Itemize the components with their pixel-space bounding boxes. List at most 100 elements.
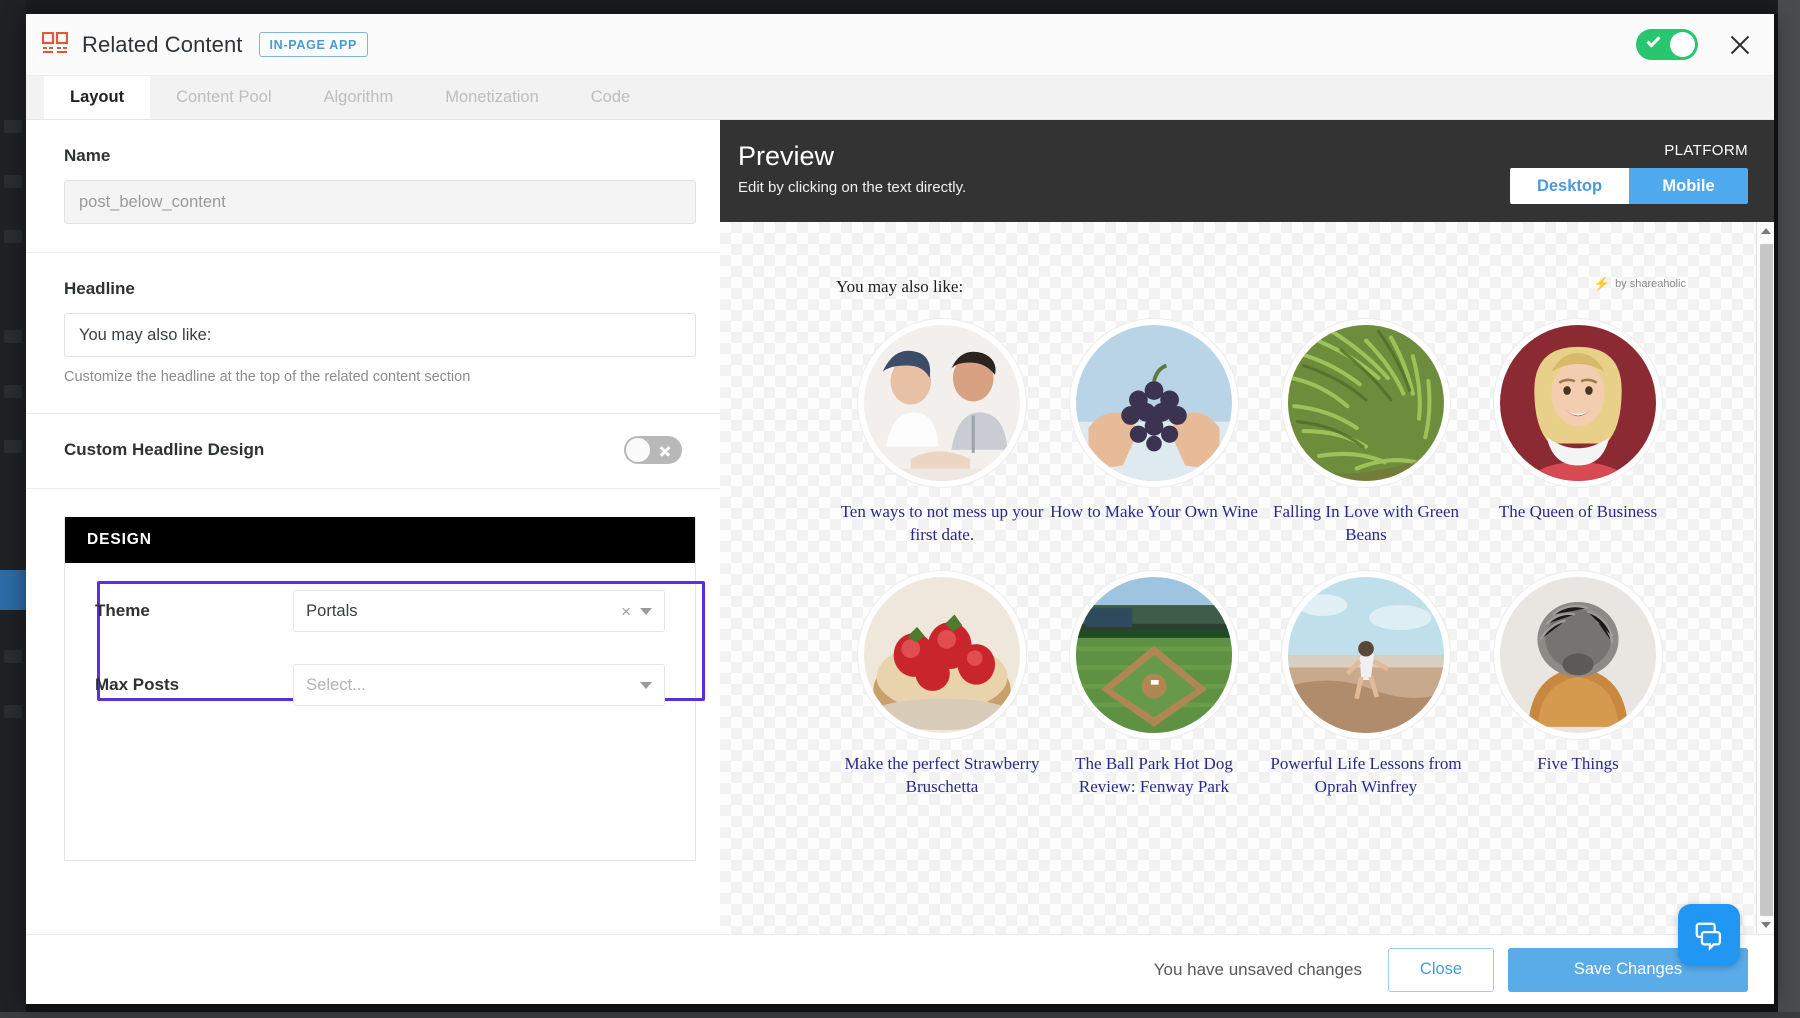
scrollbar-thumb[interactable] xyxy=(1760,244,1773,916)
app-settings-modal: Related Content IN-PAGE APP Layout Conte… xyxy=(26,14,1774,1004)
theme-row: Theme Portals × xyxy=(65,581,695,641)
toggle-knob xyxy=(626,438,650,462)
avatar xyxy=(858,571,1026,739)
preview-heading-group: Preview Edit by clicking on the text dir… xyxy=(738,142,966,196)
list-item[interactable]: Powerful Life Lessons from Oprah Winfrey xyxy=(1260,571,1472,799)
name-input[interactable] xyxy=(64,180,696,224)
platform-label: PLATFORM xyxy=(1510,142,1748,159)
close-icon[interactable] xyxy=(1726,31,1754,59)
avatar xyxy=(1494,319,1662,487)
list-item-title[interactable]: Powerful Life Lessons from Oprah Winfrey xyxy=(1260,753,1472,799)
tab-algorithm[interactable]: Algorithm xyxy=(298,76,420,119)
related-content-widget: You may also like: ⚡ by shareaholic xyxy=(836,277,1686,823)
widget-headline[interactable]: You may also like: xyxy=(836,277,963,297)
platform-segmented-control: Desktop Mobile xyxy=(1510,168,1748,204)
list-item[interactable]: Ten ways to not mess up your first date. xyxy=(836,319,1048,547)
modal-footer: You have unsaved changes Close Save Chan… xyxy=(26,934,1774,1004)
tab-bar: Layout Content Pool Algorithm Monetizati… xyxy=(26,76,1774,120)
status-badge: IN-PAGE APP xyxy=(259,32,369,58)
chat-bubbles-icon xyxy=(1693,919,1725,951)
backdrop-bottom-strip xyxy=(0,1012,1800,1018)
thumbnail-green-beans-in-basket xyxy=(1288,325,1444,481)
avatar xyxy=(1494,571,1662,739)
list-item[interactable]: Falling In Love with Green Beans xyxy=(1260,319,1472,547)
theme-value: Portals xyxy=(306,602,357,621)
design-card: DESIGN Theme Portals × Max Posts xyxy=(64,517,696,861)
headline-input[interactable] xyxy=(64,313,696,357)
tab-content-pool[interactable]: Content Pool xyxy=(150,76,297,119)
theme-select[interactable]: Portals × xyxy=(293,590,665,632)
scroll-up-arrow-icon[interactable] xyxy=(1757,222,1774,240)
max-posts-label: Max Posts xyxy=(95,675,293,695)
preview-canvas: You may also like: ⚡ by shareaholic xyxy=(720,222,1774,934)
page-title: Related Content xyxy=(82,32,243,58)
tab-layout[interactable]: Layout xyxy=(44,76,150,119)
max-posts-select[interactable]: Select... xyxy=(293,664,665,706)
preview-header: Preview Edit by clicking on the text dir… xyxy=(720,120,1774,222)
max-posts-placeholder: Select... xyxy=(306,676,366,695)
design-section-title: DESIGN xyxy=(65,517,695,563)
x-icon xyxy=(659,445,671,457)
lightning-bolt-icon: ⚡ xyxy=(1594,277,1610,290)
list-item-title[interactable]: The Ball Park Hot Dog Review: Fenway Par… xyxy=(1048,753,1260,799)
list-item[interactable]: How to Make Your Own Wine xyxy=(1048,319,1260,547)
preview-title: Preview xyxy=(738,142,966,170)
name-label: Name xyxy=(64,146,682,166)
attribution-text: by shareaholic xyxy=(1615,278,1686,290)
list-item-title[interactable]: Make the perfect Strawberry Bruschetta xyxy=(836,753,1048,799)
list-item[interactable]: The Queen of Business xyxy=(1472,319,1684,547)
backdrop-right-strip xyxy=(1778,0,1800,1018)
close-button[interactable]: Close xyxy=(1388,948,1494,992)
list-item-title[interactable]: Falling In Love with Green Beans xyxy=(1260,501,1472,547)
tab-monetization[interactable]: Monetization xyxy=(419,76,565,119)
modal-header: Related Content IN-PAGE APP xyxy=(26,14,1774,76)
chevron-down-icon[interactable] xyxy=(640,608,652,615)
list-item-title[interactable]: Five Things xyxy=(1472,753,1684,776)
thumbnail-couple-arguing-at-table xyxy=(864,325,1020,481)
modal-body: Name Headline Customize the headline at … xyxy=(26,120,1774,934)
list-item[interactable]: The Ball Park Hot Dog Review: Fenway Par… xyxy=(1048,571,1260,799)
preview-panel: Preview Edit by clicking on the text dir… xyxy=(720,120,1774,934)
name-field-group: Name xyxy=(26,120,720,253)
thumbnail-baseball-stadium-field xyxy=(1076,577,1232,733)
avatar xyxy=(1070,571,1238,739)
check-icon xyxy=(1646,33,1660,47)
backdrop-sidebar xyxy=(0,0,26,1018)
list-item[interactable]: Make the perfect Strawberry Bruschetta xyxy=(836,571,1048,799)
headline-label: Headline xyxy=(64,279,682,299)
chevron-down-icon[interactable] xyxy=(640,682,652,689)
custom-headline-design-toggle[interactable] xyxy=(624,436,682,464)
settings-form-panel: Name Headline Customize the headline at … xyxy=(26,120,720,934)
header-actions xyxy=(1636,29,1754,60)
custom-headline-design-label: Custom Headline Design xyxy=(64,440,264,460)
preview-scrollbar[interactable] xyxy=(1756,222,1774,934)
thumbnail-strawberry-bruschetta xyxy=(864,577,1020,733)
platform-option-mobile[interactable]: Mobile xyxy=(1629,168,1748,204)
max-posts-row: Max Posts Select... xyxy=(65,655,695,715)
headline-helper-text: Customize the headline at the top of the… xyxy=(64,369,682,385)
list-item-title[interactable]: Ten ways to not mess up your first date. xyxy=(836,501,1048,547)
avatar xyxy=(1282,571,1450,739)
scroll-down-arrow-icon[interactable] xyxy=(1757,916,1774,934)
list-item-title[interactable]: How to Make Your Own Wine xyxy=(1048,501,1260,524)
chat-widget-button[interactable] xyxy=(1678,904,1740,966)
preview-subtitle: Edit by clicking on the text directly. xyxy=(738,179,966,196)
app-enabled-toggle[interactable] xyxy=(1636,29,1698,60)
thumbnail-blonde-woman-portrait xyxy=(1500,325,1656,481)
avatar xyxy=(1282,319,1450,487)
custom-headline-design-row: Custom Headline Design xyxy=(26,414,720,489)
list-item-title[interactable]: The Queen of Business xyxy=(1472,501,1684,524)
widget-header: You may also like: ⚡ by shareaholic xyxy=(836,277,1686,297)
platform-option-desktop[interactable]: Desktop xyxy=(1510,168,1629,204)
platform-switcher: PLATFORM Desktop Mobile xyxy=(1510,142,1748,204)
clear-icon[interactable]: × xyxy=(621,603,640,620)
backdrop-topbar xyxy=(0,0,1800,14)
tab-code[interactable]: Code xyxy=(565,76,656,119)
related-content-grid: Ten ways to not mess up your first date. xyxy=(836,319,1686,823)
shareaholic-attribution[interactable]: ⚡ by shareaholic xyxy=(1594,277,1686,290)
avatar xyxy=(1070,319,1238,487)
avatar xyxy=(858,319,1026,487)
preview-viewport: You may also like: ⚡ by shareaholic xyxy=(720,222,1756,934)
list-item[interactable]: Five Things xyxy=(1472,571,1684,799)
unsaved-changes-status: You have unsaved changes xyxy=(1154,960,1362,980)
